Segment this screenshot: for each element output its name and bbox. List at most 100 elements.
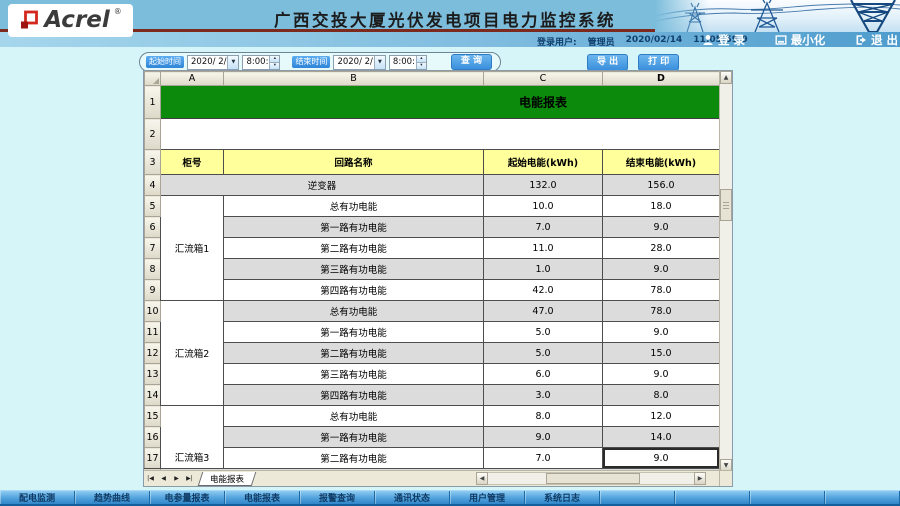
cabinet-group-cell[interactable]: 汇流箱2 (161, 301, 224, 406)
select-all-corner[interactable] (145, 72, 161, 86)
row-header[interactable]: 6 (145, 217, 161, 238)
cabinet-group-cell[interactable]: 汇流箱3 (161, 406, 224, 469)
menu-item-alarm-query[interactable]: 报警查询 (300, 491, 375, 504)
circuit-cell[interactable]: 第四路有功电能 (224, 385, 484, 406)
start-energy-cell[interactable]: 132.0 (484, 175, 603, 196)
start-energy-cell[interactable]: 5.0 (484, 343, 603, 364)
circuit-cell[interactable]: 第二路有功电能 (224, 343, 484, 364)
scroll-right-icon[interactable]: ▶ (694, 472, 706, 485)
table-header-end-energy[interactable]: 结束电能(kWh) (603, 150, 720, 175)
row-header[interactable]: 13 (145, 364, 161, 385)
row-header[interactable]: 15 (145, 406, 161, 427)
end-date-select[interactable]: 2020/ 2/ ▼ (333, 55, 385, 70)
chevron-down-icon[interactable]: ▼ (374, 56, 385, 69)
start-energy-cell[interactable]: 11.0 (484, 238, 603, 259)
column-header-d[interactable]: D (603, 72, 720, 86)
circuit-cell[interactable]: 总有功电能 (224, 301, 484, 322)
circuit-cell[interactable]: 总有功电能 (224, 406, 484, 427)
menu-item-user-management[interactable]: 用户管理 (450, 491, 525, 504)
row-header[interactable]: 12 (145, 343, 161, 364)
start-energy-cell[interactable]: 3.0 (484, 385, 603, 406)
end-energy-cell[interactable]: 9.0 (603, 322, 720, 343)
row-header[interactable]: 17 (145, 448, 161, 469)
query-button[interactable]: 查 询 (451, 54, 492, 71)
vertical-scroll-thumb[interactable] (720, 189, 732, 221)
spinner-down-icon[interactable]: ▾ (417, 62, 426, 69)
next-tab-icon[interactable]: ▶ (170, 472, 183, 486)
row-header[interactable]: 11 (145, 322, 161, 343)
scroll-up-icon[interactable]: ▲ (720, 71, 732, 84)
circuit-cell[interactable]: 第三路有功电能 (224, 259, 484, 280)
table-header-circuit[interactable]: 回路名称 (224, 150, 484, 175)
table-header-start-energy[interactable]: 起始电能(kWh) (484, 150, 603, 175)
report-title-cell[interactable]: 电能报表 (161, 86, 720, 119)
start-energy-cell[interactable]: 5.0 (484, 322, 603, 343)
cabinet-group-cell[interactable]: 汇流箱1 (161, 196, 224, 301)
last-tab-icon[interactable]: ▶| (183, 472, 196, 486)
end-energy-cell[interactable]: 78.0 (603, 301, 720, 322)
column-header-c[interactable]: C (484, 72, 603, 86)
start-time-spinner[interactable]: 8:00: ▴▾ (242, 55, 280, 70)
horizontal-scroll-thumb[interactable] (546, 473, 641, 484)
row-header[interactable]: 1 (145, 86, 161, 119)
row-header[interactable]: 7 (145, 238, 161, 259)
chevron-down-icon[interactable]: ▼ (227, 56, 238, 69)
exit-button[interactable]: 退 出 (855, 32, 898, 48)
vertical-scrollbar[interactable]: ▲ ▼ (719, 71, 732, 472)
circuit-cell[interactable]: 第一路有功电能 (224, 427, 484, 448)
menu-item-trend-curves[interactable]: 趋势曲线 (75, 491, 150, 504)
end-energy-cell[interactable]: 9.0 (603, 259, 720, 280)
menu-item-system-log[interactable]: 系统日志 (525, 491, 600, 504)
login-button[interactable]: 登 录 (702, 32, 745, 48)
first-tab-icon[interactable]: |◀ (144, 472, 157, 486)
circuit-cell[interactable]: 逆变器 (161, 175, 484, 196)
row-header[interactable]: 16 (145, 427, 161, 448)
prev-tab-icon[interactable]: ◀ (157, 472, 170, 486)
row-header[interactable]: 14 (145, 385, 161, 406)
row-header[interactable]: 8 (145, 259, 161, 280)
print-button[interactable]: 打 印 (638, 54, 679, 71)
scroll-left-icon[interactable]: ◀ (476, 472, 488, 485)
sheet-tab-energy-report[interactable]: 电能报表 (198, 472, 257, 486)
row-header[interactable]: 9 (145, 280, 161, 301)
end-energy-cell[interactable]: 78.0 (603, 280, 720, 301)
column-header-b[interactable]: B (224, 72, 484, 86)
start-energy-cell[interactable]: 7.0 (484, 217, 603, 238)
table-header-cabinet[interactable]: 柜号 (161, 150, 224, 175)
end-energy-cell[interactable]: 14.0 (603, 427, 720, 448)
end-time-spinner[interactable]: 8:00: ▴▾ (389, 55, 427, 70)
minimize-button[interactable]: 最小化 (775, 32, 826, 48)
column-header-a[interactable]: A (161, 72, 224, 86)
start-energy-cell[interactable]: 7.0 (484, 448, 603, 469)
circuit-cell[interactable]: 第二路有功电能 (224, 448, 484, 469)
circuit-cell[interactable]: 总有功电能 (224, 196, 484, 217)
menu-item-power-monitoring[interactable]: 配电监测 (0, 491, 75, 504)
menu-item-comm-status[interactable]: 通讯状态 (375, 491, 450, 504)
end-energy-cell[interactable]: 8.0 (603, 385, 720, 406)
end-energy-cell-selected[interactable]: 9.0 (603, 448, 720, 469)
start-date-select[interactable]: 2020/ 2/ ▼ (187, 55, 239, 70)
row-header[interactable]: 10 (145, 301, 161, 322)
start-energy-cell[interactable]: 6.0 (484, 364, 603, 385)
menu-item-parameter-report[interactable]: 电参量报表 (150, 491, 225, 504)
horizontal-scroll-track[interactable] (488, 472, 694, 485)
export-button[interactable]: 导 出 (587, 54, 628, 71)
end-energy-cell[interactable]: 18.0 (603, 196, 720, 217)
circuit-cell[interactable]: 第一路有功电能 (224, 322, 484, 343)
horizontal-scrollbar[interactable]: ◀ ▶ (476, 472, 706, 485)
circuit-cell[interactable]: 第一路有功电能 (224, 217, 484, 238)
spinner-down-icon[interactable]: ▾ (270, 62, 279, 69)
row-header[interactable]: 3 (145, 150, 161, 175)
end-energy-cell[interactable]: 15.0 (603, 343, 720, 364)
spacer-row-cell[interactable] (161, 119, 720, 150)
row-header[interactable]: 2 (145, 119, 161, 150)
start-energy-cell[interactable]: 42.0 (484, 280, 603, 301)
start-energy-cell[interactable]: 47.0 (484, 301, 603, 322)
circuit-cell[interactable]: 第二路有功电能 (224, 238, 484, 259)
end-energy-cell[interactable]: 28.0 (603, 238, 720, 259)
start-energy-cell[interactable]: 10.0 (484, 196, 603, 217)
end-energy-cell[interactable]: 12.0 (603, 406, 720, 427)
start-energy-cell[interactable]: 9.0 (484, 427, 603, 448)
circuit-cell[interactable]: 第三路有功电能 (224, 364, 484, 385)
start-energy-cell[interactable]: 1.0 (484, 259, 603, 280)
